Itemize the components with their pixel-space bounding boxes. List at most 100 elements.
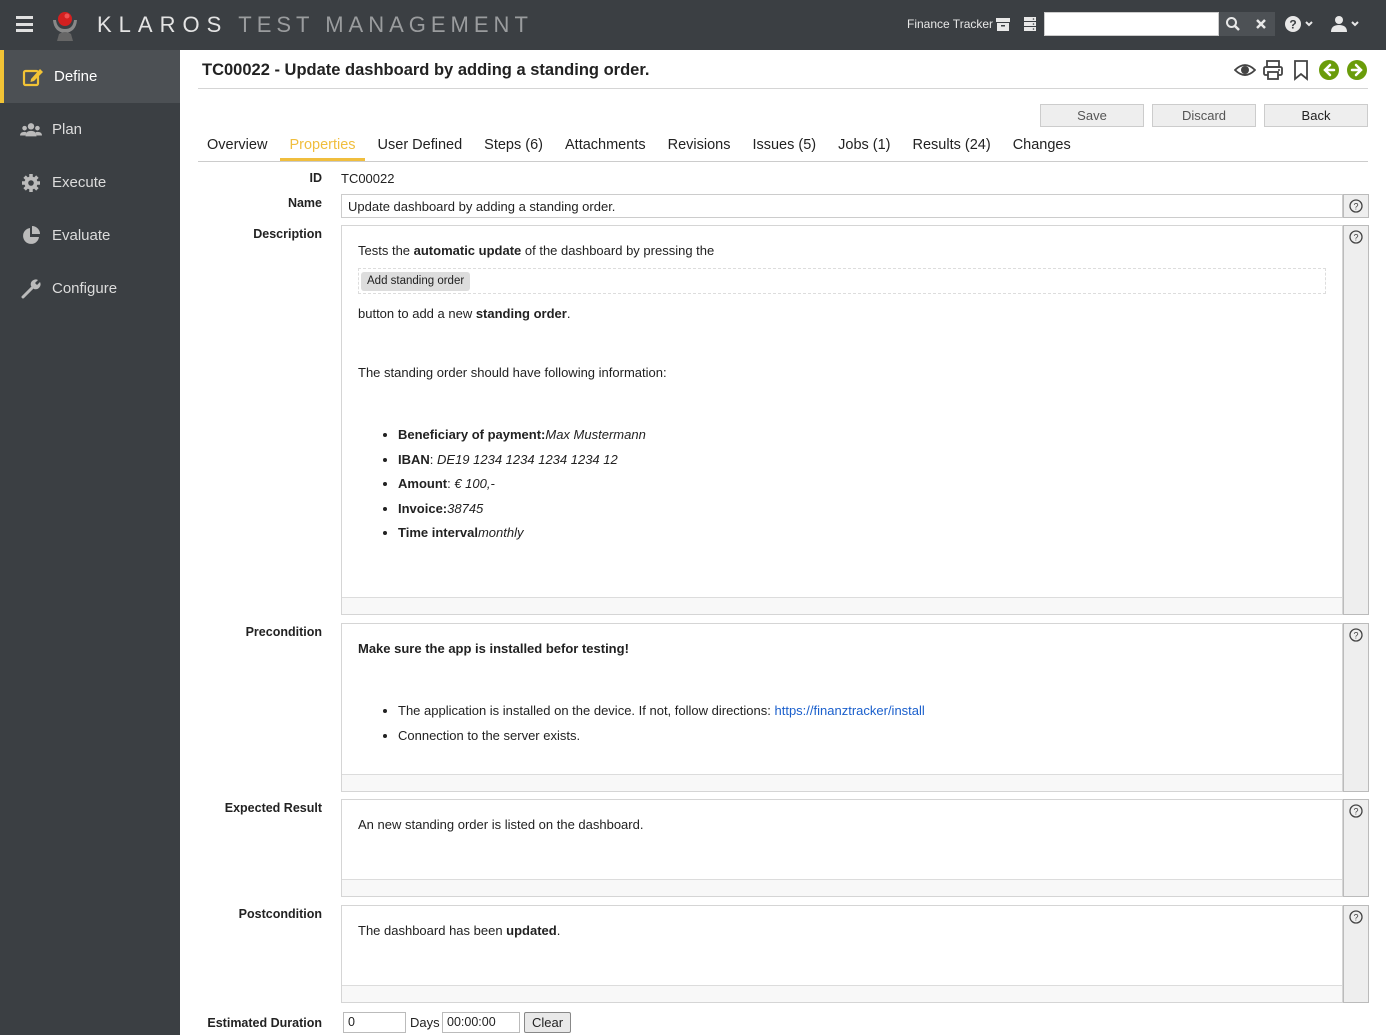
tab-overview[interactable]: Overview bbox=[198, 130, 276, 161]
sidebar-item-define[interactable]: Define bbox=[0, 50, 180, 103]
server-icon[interactable] bbox=[1021, 15, 1039, 33]
chevron-down-icon bbox=[1305, 21, 1313, 27]
brand-primary: KLAROS bbox=[97, 12, 229, 37]
bookmark-icon[interactable] bbox=[1290, 59, 1312, 81]
tab-bar: Overview Properties User Defined Steps (… bbox=[198, 130, 1368, 162]
list-item: Connection to the server exists. bbox=[398, 724, 1326, 749]
description-label: Description bbox=[253, 227, 322, 241]
description-help-button[interactable]: ? bbox=[1343, 225, 1369, 615]
sidebar-item-plan[interactable]: Plan bbox=[0, 103, 180, 156]
duration-days-input[interactable]: 0 bbox=[343, 1012, 406, 1033]
help-icon: ? bbox=[1285, 16, 1301, 32]
tab-attachments[interactable]: Attachments bbox=[556, 130, 655, 161]
sidebar-item-label: Configure bbox=[52, 280, 118, 297]
svg-text:?: ? bbox=[1353, 913, 1358, 923]
precondition-editor[interactable]: Make sure the app is installed befor tes… bbox=[341, 623, 1343, 792]
eye-icon[interactable] bbox=[1234, 59, 1256, 81]
editor-statusbar bbox=[342, 597, 1342, 614]
brand-title: KLAROS TEST MANAGEMENT bbox=[97, 12, 533, 38]
expected-result-editor[interactable]: An new standing order is listed on the d… bbox=[341, 799, 1343, 897]
name-label: Name bbox=[287, 196, 322, 210]
save-button[interactable]: Save bbox=[1040, 104, 1144, 127]
page-title: TC00022 - Update dashboard by adding a s… bbox=[202, 61, 650, 79]
search-icon[interactable] bbox=[1224, 15, 1242, 33]
search-input[interactable] bbox=[1044, 12, 1219, 36]
tab-jobs[interactable]: Jobs (1) bbox=[829, 130, 899, 161]
brand-secondary: TEST MANAGEMENT bbox=[238, 12, 533, 37]
editor-statusbar bbox=[342, 985, 1342, 1002]
help-circle-icon: ? bbox=[1349, 199, 1363, 213]
klaros-logo[interactable] bbox=[48, 8, 82, 42]
sidebar-item-evaluate[interactable]: Evaluate bbox=[0, 209, 180, 262]
tab-issues[interactable]: Issues (5) bbox=[743, 130, 825, 161]
user-menu[interactable] bbox=[1330, 13, 1360, 35]
sidebar-item-label: Evaluate bbox=[52, 227, 111, 244]
arrow-left-icon[interactable] bbox=[1318, 59, 1340, 81]
discard-button[interactable]: Discard bbox=[1152, 104, 1256, 127]
list-item: Time intervalmonthly bbox=[398, 521, 1326, 546]
estimated-duration-label: Estimated Duration bbox=[207, 1016, 322, 1030]
print-icon[interactable] bbox=[1262, 59, 1284, 81]
tab-properties[interactable]: Properties bbox=[280, 130, 365, 161]
main-content: TC00022 - Update dashboard by adding a s… bbox=[180, 50, 1386, 1035]
wrench-icon bbox=[20, 278, 42, 300]
help-circle-icon: ? bbox=[1349, 804, 1363, 818]
tab-revisions[interactable]: Revisions bbox=[659, 130, 740, 161]
top-bar: KLAROS TEST MANAGEMENT Finance Tracker ? bbox=[0, 0, 1386, 50]
standing-order-list: Beneficiary of payment:Max Mustermann IB… bbox=[358, 423, 1326, 546]
archive-icon[interactable] bbox=[994, 15, 1012, 33]
sidebar-item-configure[interactable]: Configure bbox=[0, 262, 180, 315]
menu-icon[interactable] bbox=[16, 16, 33, 32]
name-help-button[interactable]: ? bbox=[1343, 194, 1369, 218]
name-input[interactable]: Update dashboard by adding a standing or… bbox=[341, 194, 1343, 218]
editor-statusbar bbox=[342, 774, 1342, 791]
search-buttons bbox=[1219, 12, 1275, 36]
edit-icon bbox=[22, 66, 44, 88]
svg-text:?: ? bbox=[1353, 807, 1358, 817]
chevron-down-icon bbox=[1351, 21, 1359, 27]
precondition-heading: Make sure the app is installed befor tes… bbox=[358, 641, 629, 656]
postcondition-help-button[interactable]: ? bbox=[1343, 905, 1369, 1003]
arrow-right-icon[interactable] bbox=[1346, 59, 1368, 81]
postcondition-editor[interactable]: The dashboard has been updated. bbox=[341, 905, 1343, 1003]
close-icon[interactable] bbox=[1252, 15, 1270, 33]
id-value: TC00022 bbox=[341, 171, 395, 186]
list-item: Amount: € 100,- bbox=[398, 472, 1326, 497]
editor-statusbar bbox=[342, 879, 1342, 896]
title-actions bbox=[1234, 59, 1368, 81]
description-line3: The standing order should have following… bbox=[358, 365, 667, 380]
help-menu[interactable]: ? bbox=[1284, 13, 1314, 35]
tab-results[interactable]: Results (24) bbox=[904, 130, 1000, 161]
users-icon bbox=[20, 119, 42, 141]
back-button[interactable]: Back bbox=[1264, 104, 1368, 127]
svg-text:?: ? bbox=[1289, 18, 1296, 32]
gear-icon bbox=[20, 172, 42, 194]
list-item: IBAN: DE19 1234 1234 1234 1234 12 bbox=[398, 448, 1326, 473]
project-name[interactable]: Finance Tracker bbox=[907, 17, 993, 31]
sidebar-item-label: Execute bbox=[52, 174, 107, 191]
precondition-help-button[interactable]: ? bbox=[1343, 623, 1369, 792]
list-item: Invoice:38745 bbox=[398, 497, 1326, 522]
tab-user-defined[interactable]: User Defined bbox=[369, 130, 472, 161]
sidebar-item-execute[interactable]: Execute bbox=[0, 156, 180, 209]
description-intro: Tests the automatic update of the dashbo… bbox=[358, 243, 715, 258]
id-label: ID bbox=[309, 171, 323, 185]
duration-time-input[interactable]: 00:00:00 bbox=[442, 1012, 520, 1033]
description-editor[interactable]: Tests the automatic update of the dashbo… bbox=[341, 225, 1343, 615]
list-item: The application is installed on the devi… bbox=[398, 699, 1326, 724]
svg-text:?: ? bbox=[1353, 233, 1358, 243]
clear-button[interactable]: Clear bbox=[524, 1012, 571, 1033]
pie-chart-icon bbox=[20, 225, 42, 247]
tab-steps[interactable]: Steps (6) bbox=[475, 130, 552, 161]
add-standing-order-button[interactable]: Add standing order bbox=[361, 272, 471, 291]
expected-result-help-button[interactable]: ? bbox=[1343, 799, 1369, 897]
install-link[interactable]: https://finanztracker/install bbox=[775, 703, 925, 718]
svg-text:?: ? bbox=[1353, 631, 1358, 641]
tab-changes[interactable]: Changes bbox=[1004, 130, 1080, 161]
list-item: Beneficiary of payment:Max Mustermann bbox=[398, 423, 1326, 448]
inline-button-container: Add standing order bbox=[358, 268, 1326, 294]
help-circle-icon: ? bbox=[1349, 628, 1363, 642]
description-line2: button to add a new standing order. bbox=[358, 306, 571, 321]
days-label: Days bbox=[410, 1015, 440, 1030]
help-circle-icon: ? bbox=[1349, 910, 1363, 924]
